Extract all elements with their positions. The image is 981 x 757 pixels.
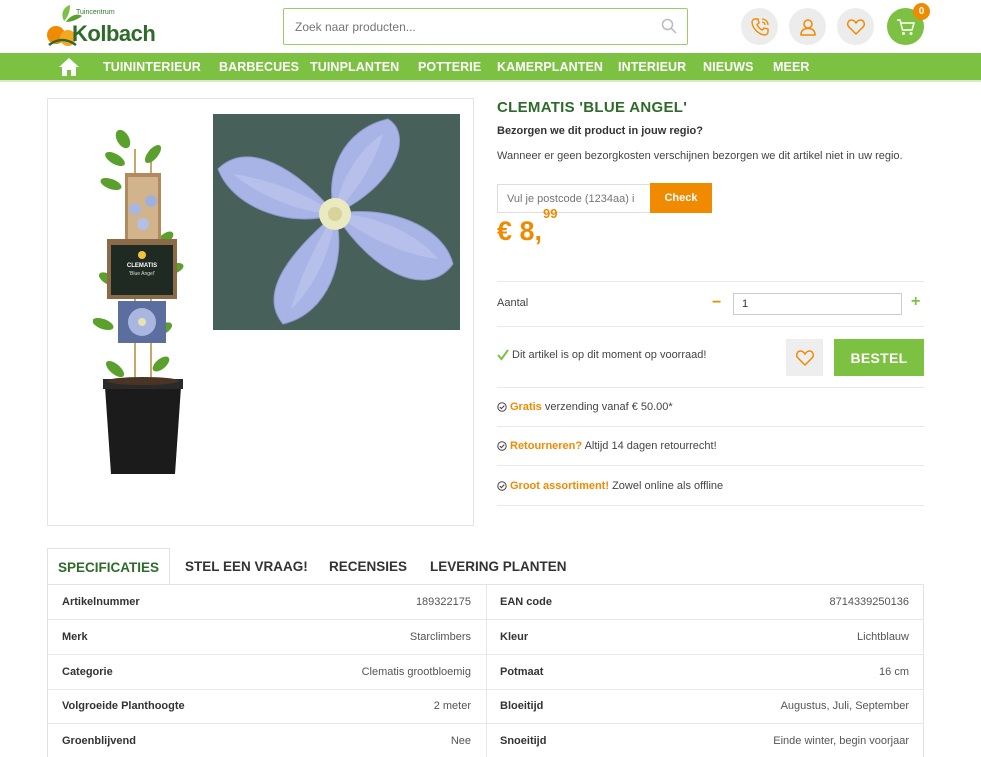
spec-value: 2 meter — [433, 700, 471, 712]
spec-value: Starclimbers — [409, 631, 471, 643]
table-row: Merk Starclimbers Kleur Lichtblauw — [48, 620, 923, 655]
site-header: Tuincentrum Kolbach 0 — [0, 0, 981, 53]
nav-item-meer[interactable]: MEER — [773, 60, 810, 74]
product-thumbnail[interactable]: CLEMATIS 'Blue Angel' — [93, 129, 193, 479]
tab-recensies[interactable]: RECENSIES — [329, 548, 407, 585]
spec-key: Categorie — [62, 666, 113, 678]
delivery-question: Bezorgen we dit product in jouw regio? — [497, 125, 703, 137]
usp-bold: Retourneren? — [510, 440, 583, 452]
stock-status: Dit artikel is op dit moment op voorraad… — [497, 349, 706, 361]
phone-button[interactable] — [741, 8, 778, 45]
nav-item-tuininterieur[interactable]: TUININTERIEUR — [103, 60, 201, 74]
usp-text: Zowel online als offline — [609, 480, 724, 492]
phone-icon — [750, 17, 769, 36]
spec-value: 189322175 — [415, 596, 471, 608]
price-main: € 8, — [497, 216, 543, 246]
delivery-text: Wanneer er geen bezorgkosten verschijnen… — [497, 150, 903, 162]
spec-key: Volgroeide Planthoogte — [62, 700, 185, 712]
search-box — [283, 8, 688, 45]
table-row: Volgroeide Planthoogte 2 meter Bloeitijd… — [48, 689, 923, 724]
divider — [497, 387, 924, 388]
spec-key: Artikelnummer — [62, 596, 140, 608]
spec-value: Augustus, Juli, September — [780, 700, 909, 712]
nav-item-kamerplanten[interactable]: KAMERPLANTEN — [497, 60, 603, 74]
usp-returns: Retourneren? Altijd 14 dagen retourrecht… — [497, 440, 717, 452]
product-title: CLEMATIS 'BLUE ANGEL' — [497, 99, 688, 116]
spec-key: Snoeitijd — [500, 735, 547, 747]
spec-value: Clematis grootbloemig — [361, 666, 471, 678]
tab-specificaties[interactable]: SPECIFICATIES — [47, 548, 170, 585]
spec-value: 16 cm — [879, 666, 909, 678]
account-button[interactable] — [789, 8, 826, 45]
tab-stel-een-vraag[interactable]: STEL EEN VRAAG! — [185, 548, 308, 585]
check-circle-icon — [497, 402, 507, 412]
order-button[interactable]: BESTEL — [834, 339, 924, 376]
home-icon[interactable] — [58, 57, 80, 77]
spec-key: Merk — [62, 631, 88, 643]
heart-icon — [846, 18, 865, 35]
spec-value: Nee — [450, 735, 471, 747]
product-gallery: CLEMATIS 'Blue Angel' — [47, 98, 474, 526]
usp-bold: Groot assortiment! — [510, 480, 610, 492]
spec-key: Potmaat — [500, 666, 544, 678]
usp-free-shipping: Gratis verzending vanaf € 50.00* — [497, 401, 673, 413]
add-to-wishlist-button[interactable] — [786, 339, 823, 376]
divider — [497, 281, 924, 282]
wishlist-button[interactable] — [837, 8, 874, 45]
divider — [497, 465, 924, 466]
product-tabs: SPECIFICATIES STEL EEN VRAAG! RECENSIES … — [47, 548, 924, 585]
usp-text: Altijd 14 dagen retourrecht! — [582, 440, 717, 452]
price-cents: 99 — [543, 206, 558, 221]
spec-value: Lichtblauw — [857, 631, 909, 643]
checkmark-icon — [497, 349, 509, 361]
nav-item-barbecues[interactable]: BARBECUES — [219, 60, 299, 74]
divider — [497, 426, 924, 427]
label-plant-name: CLEMATIS — [127, 263, 157, 269]
nav-item-tuinplanten[interactable]: TUINPLANTEN — [310, 60, 399, 74]
spec-key: Kleur — [500, 631, 529, 643]
spec-value: Einde winter, begin voorjaar — [773, 735, 909, 747]
check-circle-icon — [497, 481, 507, 491]
logo-name: Kolbach — [72, 21, 156, 46]
quantity-label: Aantal — [497, 297, 529, 309]
spec-key: EAN code — [500, 596, 552, 608]
divider — [497, 326, 924, 327]
usp-text: verzending vanaf € 50.00* — [541, 401, 673, 413]
cart-count-badge: 0 — [913, 3, 930, 20]
table-row: Categorie Clematis grootbloemig Potmaat … — [48, 655, 923, 690]
tab-levering-planten[interactable]: LEVERING PLANTEN — [430, 548, 567, 585]
quantity-increase-button[interactable]: + — [911, 293, 920, 311]
product-main-image[interactable] — [213, 114, 460, 330]
nav-item-nieuws[interactable]: NIEUWS — [703, 60, 754, 74]
table-row: Artikelnummer 189322175 EAN code 8714339… — [48, 585, 923, 620]
search-input[interactable] — [284, 9, 644, 44]
cart-button[interactable]: 0 — [887, 3, 930, 45]
nav-item-potterie[interactable]: POTTERIE — [418, 60, 481, 74]
stock-text: Dit artikel is op dit moment op voorraad… — [512, 349, 707, 361]
spec-key: Bloeitijd — [500, 700, 544, 712]
cart-icon — [896, 18, 915, 35]
label-plant-sub: 'Blue Angel' — [129, 271, 155, 277]
table-row: Groenblijvend Nee Snoeitijd Einde winter… — [48, 724, 923, 757]
specifications-table: Artikelnummer 189322175 EAN code 8714339… — [47, 584, 924, 757]
logo[interactable]: Tuincentrum Kolbach — [46, 5, 156, 49]
check-circle-icon — [497, 441, 507, 451]
search-icon[interactable] — [661, 18, 677, 34]
logo-subtitle: Tuincentrum — [76, 9, 115, 16]
user-icon — [799, 18, 816, 36]
main-nav: TUININTERIEUR BARBECUES TUINPLANTEN POTT… — [0, 53, 981, 82]
heart-icon — [795, 349, 814, 366]
quantity-input[interactable] — [733, 293, 902, 315]
usp-assortment: Groot assortiment! Zowel online als offl… — [497, 480, 723, 492]
quantity-decrease-button[interactable]: − — [712, 294, 721, 312]
spec-key: Groenblijvend — [62, 735, 136, 747]
spec-value: 8714339250136 — [829, 596, 909, 608]
nav-item-interieur[interactable]: INTERIEUR — [618, 60, 686, 74]
product-price: € 8,99 — [497, 206, 558, 247]
postcode-input[interactable] — [497, 184, 650, 213]
check-button[interactable]: Check — [650, 183, 712, 213]
usp-bold: Gratis — [510, 401, 542, 413]
divider — [497, 505, 924, 506]
